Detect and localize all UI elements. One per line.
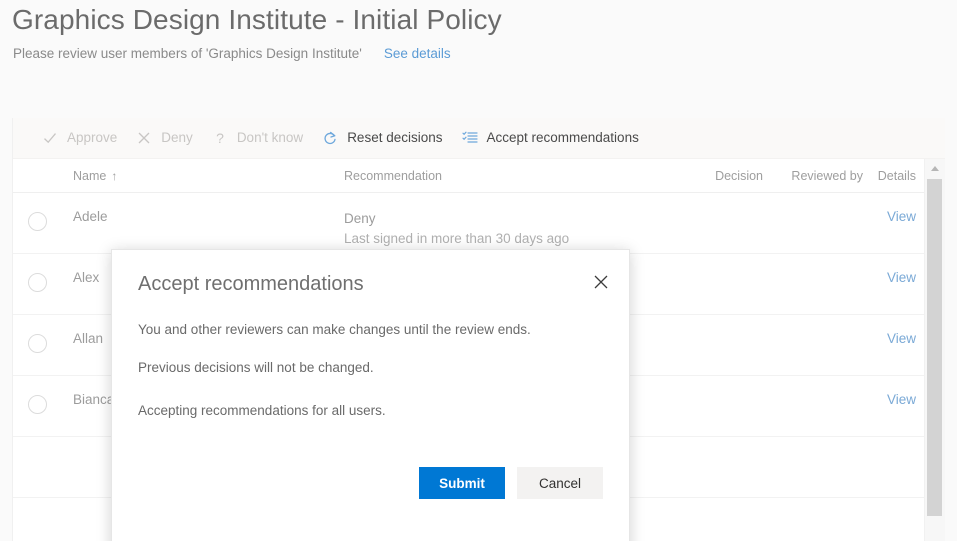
row-decision-label bbox=[668, 254, 763, 270]
approve-label: Approve bbox=[67, 131, 117, 145]
sort-ascending-icon: ↑ bbox=[111, 169, 117, 183]
row-select-cell bbox=[13, 193, 61, 231]
row-details-cell: View bbox=[863, 254, 925, 285]
row-reviewed-by-label bbox=[763, 376, 863, 392]
row-select-radio[interactable] bbox=[28, 212, 47, 231]
row-view-link[interactable]: View bbox=[863, 376, 916, 407]
table-scrollbar[interactable] bbox=[924, 159, 945, 541]
dialog-body: You and other reviewers can make changes… bbox=[138, 320, 603, 439]
checklist-icon bbox=[461, 129, 479, 147]
column-header-name[interactable]: Name ↑ bbox=[61, 167, 344, 185]
see-details-link[interactable]: See details bbox=[384, 46, 451, 61]
reset-decisions-button[interactable]: Reset decisions bbox=[312, 118, 451, 159]
row-name-cell: Adele bbox=[61, 193, 344, 224]
row-decision-cell bbox=[668, 315, 763, 331]
dialog-line-1: You and other reviewers can make changes… bbox=[138, 320, 603, 340]
deny-button[interactable]: Deny bbox=[126, 118, 202, 159]
row-recommendation-reason: Last signed in more than 30 days ago bbox=[344, 229, 668, 249]
column-header-name-label: Name bbox=[73, 169, 106, 183]
row-reviewed-by-label bbox=[763, 254, 863, 270]
row-view-link[interactable]: View bbox=[863, 193, 916, 224]
row-reviewed-by-label bbox=[763, 193, 863, 209]
page-title: Graphics Design Institute - Initial Poli… bbox=[12, 4, 502, 36]
svg-text:?: ? bbox=[216, 130, 224, 146]
row-reviewed-by-cell bbox=[763, 193, 863, 209]
approve-button[interactable]: Approve bbox=[32, 118, 126, 159]
question-icon: ? bbox=[211, 129, 229, 147]
row-select-cell bbox=[13, 315, 61, 353]
table-row[interactable]: Adele Deny Last signed in more than 30 d… bbox=[13, 193, 925, 254]
column-header-reviewed-by-label: Reviewed by bbox=[791, 169, 863, 183]
row-recommendation-label: Deny bbox=[344, 193, 668, 229]
scroll-up-button[interactable] bbox=[925, 159, 945, 177]
row-details-cell: View bbox=[863, 376, 925, 407]
column-header-reviewed-by[interactable]: Reviewed by bbox=[763, 167, 863, 185]
redo-icon bbox=[321, 129, 339, 147]
row-reviewed-by-label bbox=[763, 315, 863, 331]
row-select-radio[interactable] bbox=[28, 395, 47, 414]
row-select-cell bbox=[13, 437, 61, 456]
row-recommendation-cell: Deny Last signed in more than 30 days ag… bbox=[344, 193, 668, 248]
row-decision-cell bbox=[668, 193, 763, 209]
command-bar: Approve Deny ? Don't know bbox=[13, 118, 945, 159]
dialog-line-3: Accepting recommendations for all users. bbox=[138, 401, 603, 421]
row-select-cell bbox=[13, 254, 61, 292]
cancel-button[interactable]: Cancel bbox=[517, 467, 603, 499]
row-select-radio[interactable] bbox=[28, 334, 47, 353]
scrollbar-thumb[interactable] bbox=[927, 179, 942, 516]
column-header-details-label: Details bbox=[878, 169, 916, 183]
cross-icon bbox=[135, 129, 153, 147]
submit-button[interactable]: Submit bbox=[419, 467, 505, 499]
close-icon[interactable] bbox=[585, 266, 617, 298]
row-decision-label bbox=[668, 376, 763, 392]
dont-know-button[interactable]: ? Don't know bbox=[202, 118, 312, 159]
app-root: Graphics Design Institute - Initial Poli… bbox=[0, 0, 957, 541]
row-reviewed-by-cell bbox=[763, 376, 863, 392]
accept-recommendations-dialog: Accept recommendations You and other rev… bbox=[111, 249, 630, 541]
row-view-link[interactable]: View bbox=[863, 254, 916, 285]
deny-label: Deny bbox=[161, 131, 193, 145]
check-icon bbox=[41, 129, 59, 147]
table-header-row: Name ↑ Recommendation Decision Reviewed b… bbox=[13, 159, 925, 193]
row-name-label: Adele bbox=[73, 193, 344, 224]
dont-know-label: Don't know bbox=[237, 131, 303, 145]
column-header-details[interactable]: Details bbox=[863, 167, 925, 185]
column-header-recommendation-label: Recommendation bbox=[344, 169, 442, 183]
scroll-up-arrow-icon bbox=[931, 166, 939, 171]
dialog-title: Accept recommendations bbox=[138, 273, 364, 296]
row-select-cell bbox=[13, 376, 61, 414]
page-header: Graphics Design Institute - Initial Poli… bbox=[0, 0, 957, 118]
row-decision-label bbox=[668, 315, 763, 331]
row-view-link[interactable]: View bbox=[863, 315, 916, 346]
row-select-radio[interactable] bbox=[28, 273, 47, 292]
row-reviewed-by-cell bbox=[763, 315, 863, 331]
dialog-line-2: Previous decisions will not be changed. bbox=[138, 358, 603, 378]
column-header-decision-label: Decision bbox=[715, 169, 763, 183]
column-header-recommendation[interactable]: Recommendation bbox=[344, 167, 668, 185]
row-reviewed-by-cell bbox=[763, 254, 863, 270]
page-subtitle-row: Please review user members of 'Graphics … bbox=[13, 46, 451, 61]
dialog-actions: Submit Cancel bbox=[138, 467, 603, 499]
reset-decisions-label: Reset decisions bbox=[347, 131, 442, 145]
row-details-cell: View bbox=[863, 193, 925, 224]
accept-recommendations-label: Accept recommendations bbox=[487, 131, 639, 145]
accept-recommendations-button[interactable]: Accept recommendations bbox=[452, 118, 648, 159]
row-decision-label bbox=[668, 193, 763, 209]
row-details-cell: View bbox=[863, 315, 925, 346]
row-decision-cell bbox=[668, 376, 763, 392]
row-decision-cell bbox=[668, 254, 763, 270]
column-header-decision[interactable]: Decision bbox=[668, 167, 763, 185]
page-subtitle: Please review user members of 'Graphics … bbox=[13, 46, 362, 61]
